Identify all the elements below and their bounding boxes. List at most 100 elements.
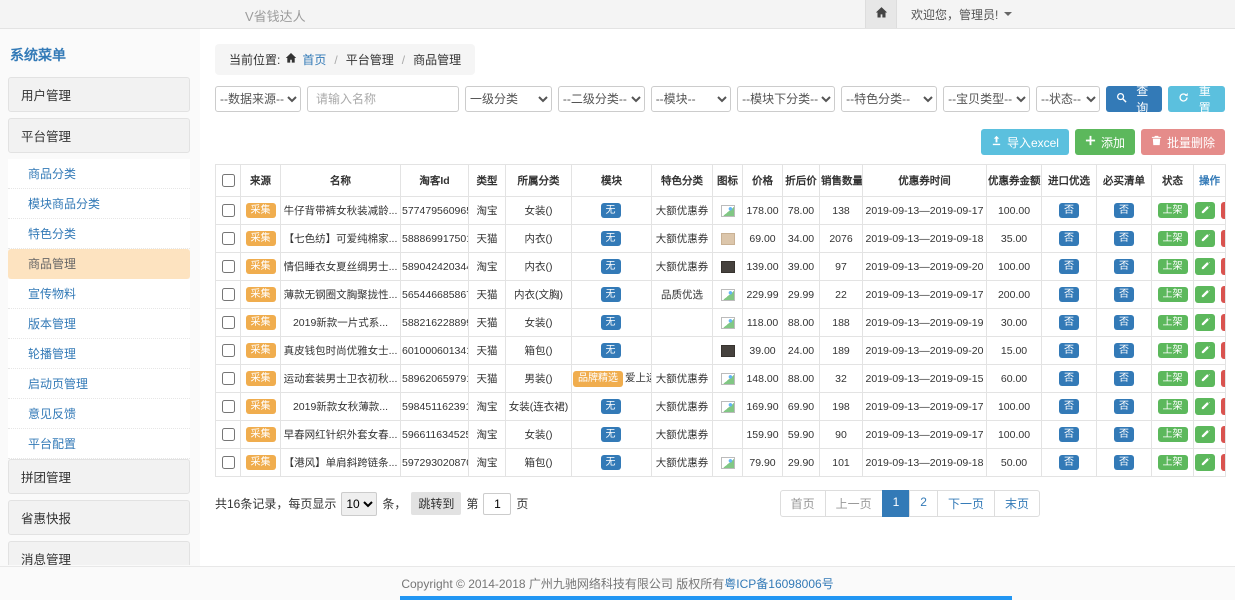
- page-button[interactable]: 1: [882, 490, 911, 517]
- data-source-select[interactable]: --数据来源--: [215, 86, 301, 112]
- delete-button[interactable]: [1221, 314, 1226, 331]
- delete-button[interactable]: [1221, 454, 1226, 471]
- sidebar-item[interactable]: 轮播管理: [8, 339, 190, 369]
- sidebar-item[interactable]: 商品分类: [8, 159, 190, 189]
- add-button[interactable]: 添加: [1075, 129, 1135, 155]
- must-buy-badge[interactable]: 否: [1114, 259, 1134, 275]
- delete-button[interactable]: [1221, 342, 1226, 359]
- import-select-badge[interactable]: 否: [1059, 343, 1079, 359]
- page-button[interactable]: 首页: [780, 490, 826, 517]
- sidebar-item[interactable]: 特色分类: [8, 219, 190, 249]
- edit-button[interactable]: [1195, 286, 1215, 303]
- must-buy-badge[interactable]: 否: [1114, 231, 1134, 247]
- sidebar-item[interactable]: 意见反馈: [8, 399, 190, 429]
- page-button[interactable]: 2: [909, 490, 938, 517]
- sidebar-item[interactable]: 模块商品分类: [8, 189, 190, 219]
- sidebar-item[interactable]: 版本管理: [8, 309, 190, 339]
- feature-category-select[interactable]: --特色分类--: [841, 86, 937, 112]
- level1-category-select[interactable]: 一级分类: [465, 86, 552, 112]
- level2-category-select[interactable]: --二级分类--: [558, 86, 645, 112]
- must-buy-badge[interactable]: 否: [1114, 371, 1134, 387]
- row-checkbox[interactable]: [222, 400, 235, 413]
- must-buy-badge[interactable]: 否: [1114, 203, 1134, 219]
- must-buy-badge[interactable]: 否: [1114, 399, 1134, 415]
- delete-button[interactable]: [1221, 426, 1226, 443]
- status-badge[interactable]: 上架: [1158, 455, 1188, 471]
- user-menu[interactable]: 欢迎您，管理员!: [911, 6, 1012, 23]
- import-select-badge[interactable]: 否: [1059, 259, 1079, 275]
- import-select-badge[interactable]: 否: [1059, 455, 1079, 471]
- must-buy-badge[interactable]: 否: [1114, 455, 1134, 471]
- status-badge[interactable]: 上架: [1158, 203, 1188, 219]
- row-checkbox[interactable]: [222, 316, 235, 329]
- row-checkbox[interactable]: [222, 260, 235, 273]
- status-badge[interactable]: 上架: [1158, 399, 1188, 415]
- row-checkbox[interactable]: [222, 204, 235, 217]
- sidebar-item[interactable]: 用户管理: [8, 77, 190, 112]
- sidebar-item[interactable]: 省惠快报: [8, 500, 190, 535]
- status-select[interactable]: --状态--: [1036, 86, 1100, 112]
- status-badge[interactable]: 上架: [1158, 315, 1188, 331]
- page-button[interactable]: 上一页: [825, 490, 883, 517]
- page-button[interactable]: 末页: [994, 490, 1040, 517]
- home-button[interactable]: [865, 0, 897, 28]
- edit-button[interactable]: [1195, 454, 1215, 471]
- batch-delete-button[interactable]: 批量删除: [1141, 129, 1225, 155]
- query-button[interactable]: 查询: [1106, 86, 1163, 112]
- row-checkbox[interactable]: [222, 288, 235, 301]
- item-type-select[interactable]: --宝贝类型--: [943, 86, 1030, 112]
- reset-button[interactable]: 重置: [1168, 86, 1225, 112]
- sidebar-item[interactable]: 拼团管理: [8, 459, 190, 494]
- delete-button[interactable]: [1221, 258, 1226, 275]
- module-select[interactable]: --模块--: [651, 86, 731, 112]
- sidebar-item[interactable]: 启动页管理: [8, 369, 190, 399]
- edit-button[interactable]: [1195, 230, 1215, 247]
- icp-link[interactable]: 粤ICP备16098006号: [724, 575, 833, 592]
- edit-button[interactable]: [1195, 426, 1215, 443]
- delete-button[interactable]: [1221, 230, 1226, 247]
- edit-button[interactable]: [1195, 202, 1215, 219]
- module-sub-category-select[interactable]: --模块下分类--: [737, 86, 835, 112]
- must-buy-badge[interactable]: 否: [1114, 315, 1134, 331]
- edit-button[interactable]: [1195, 342, 1215, 359]
- name-search-input[interactable]: [307, 86, 459, 112]
- must-buy-badge[interactable]: 否: [1114, 287, 1134, 303]
- edit-button[interactable]: [1195, 314, 1215, 331]
- status-badge[interactable]: 上架: [1158, 371, 1188, 387]
- import-select-badge[interactable]: 否: [1059, 231, 1079, 247]
- must-buy-badge[interactable]: 否: [1114, 427, 1134, 443]
- page-number-input[interactable]: [483, 493, 511, 515]
- import-excel-button[interactable]: 导入excel: [981, 129, 1069, 155]
- import-select-badge[interactable]: 否: [1059, 315, 1079, 331]
- per-page-select[interactable]: 10: [341, 492, 377, 516]
- sidebar-item[interactable]: 商品管理: [8, 249, 190, 279]
- import-select-badge[interactable]: 否: [1059, 371, 1079, 387]
- edit-button[interactable]: [1195, 398, 1215, 415]
- edit-button[interactable]: [1195, 258, 1215, 275]
- status-badge[interactable]: 上架: [1158, 259, 1188, 275]
- must-buy-badge[interactable]: 否: [1114, 343, 1134, 359]
- page-button[interactable]: 下一页: [937, 490, 995, 517]
- import-select-badge[interactable]: 否: [1059, 399, 1079, 415]
- status-badge[interactable]: 上架: [1158, 231, 1188, 247]
- import-select-badge[interactable]: 否: [1059, 287, 1079, 303]
- delete-button[interactable]: [1221, 370, 1226, 387]
- delete-button[interactable]: [1221, 286, 1226, 303]
- status-badge[interactable]: 上架: [1158, 427, 1188, 443]
- status-badge[interactable]: 上架: [1158, 343, 1188, 359]
- jump-to-button[interactable]: 跳转到: [411, 492, 461, 515]
- row-checkbox[interactable]: [222, 428, 235, 441]
- row-checkbox[interactable]: [222, 372, 235, 385]
- delete-button[interactable]: [1221, 398, 1226, 415]
- sidebar-item[interactable]: 消息管理: [8, 541, 190, 565]
- sidebar-item[interactable]: 平台配置: [8, 429, 190, 459]
- breadcrumb-home-link[interactable]: 首页: [302, 51, 326, 68]
- import-select-badge[interactable]: 否: [1059, 203, 1079, 219]
- delete-button[interactable]: [1221, 202, 1226, 219]
- status-badge[interactable]: 上架: [1158, 287, 1188, 303]
- row-checkbox[interactable]: [222, 456, 235, 469]
- import-select-badge[interactable]: 否: [1059, 427, 1079, 443]
- sidebar-item[interactable]: 平台管理: [8, 118, 190, 153]
- select-all-checkbox[interactable]: [222, 174, 235, 187]
- sidebar-item[interactable]: 宣传物料: [8, 279, 190, 309]
